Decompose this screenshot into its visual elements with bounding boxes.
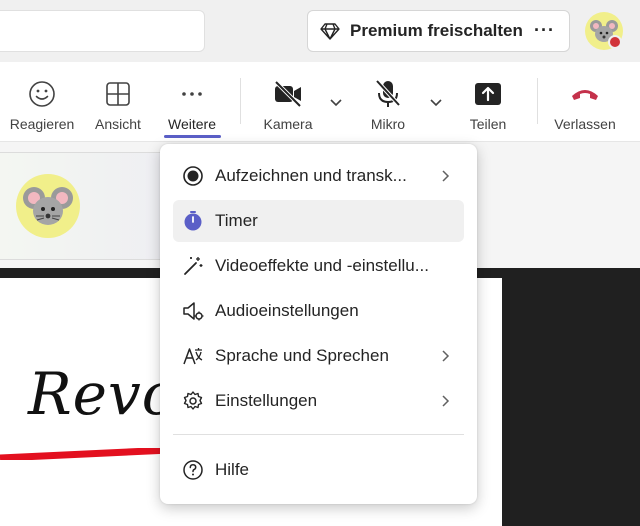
more-options-icon[interactable]: ···: [534, 20, 555, 41]
search-input[interactable]: [0, 10, 205, 52]
menu-item-label: Einstellungen: [215, 391, 318, 410]
menu-item-label: Hilfe: [215, 460, 250, 479]
more-label: Weitere: [168, 116, 216, 132]
menu-item-timer[interactable]: Timer: [173, 200, 464, 242]
menu-item-language[interactable]: Sprache und Sprechen: [173, 335, 464, 377]
more-dots-icon: [176, 78, 208, 110]
camera-button[interactable]: Kamera: [258, 62, 318, 140]
record-icon: [181, 164, 205, 188]
menu-item-label: Sprache und Sprechen: [215, 346, 389, 365]
view-button[interactable]: Ansicht: [90, 62, 146, 140]
menu-item-label: Videoeffekte und -einstellu...: [215, 256, 429, 275]
leave-button[interactable]: Verlassen: [552, 62, 618, 140]
menu-item-video-effects[interactable]: Videoeffekte und -einstellu...: [173, 245, 464, 287]
red-stroke: [0, 448, 170, 460]
share-button[interactable]: Teilen: [462, 62, 514, 140]
chevron-right-icon: [442, 395, 450, 407]
meeting-toolbar: Reagieren Ansicht Weitere Kamera Mikro T…: [0, 62, 640, 142]
more-options-menu: Aufzeichnen und transk... Timer Videoeff…: [160, 144, 477, 504]
camera-chevron-down-icon[interactable]: [329, 96, 343, 110]
chevron-right-icon: [442, 170, 450, 182]
language-icon: [181, 344, 205, 368]
react-button[interactable]: Reagieren: [10, 62, 74, 140]
hang-up-icon: [569, 78, 601, 110]
chevron-right-icon: [442, 350, 450, 362]
title-bar: Premium freischalten ···: [0, 0, 640, 62]
mic-button[interactable]: Mikro: [362, 62, 414, 140]
magic-wand-icon: [181, 254, 205, 278]
toolbar-divider: [240, 78, 241, 124]
speaker-settings-icon: [181, 299, 205, 323]
menu-item-audio-settings[interactable]: Audioeinstellungen: [173, 290, 464, 332]
diamond-icon: [320, 23, 340, 40]
premium-label: Premium freischalten: [350, 21, 523, 40]
help-icon: [181, 458, 205, 482]
share-label: Teilen: [469, 116, 507, 132]
camera-off-icon: [272, 78, 304, 110]
timer-icon: [181, 209, 205, 233]
participant-avatar: [16, 174, 80, 238]
menu-item-label: Timer: [215, 211, 258, 230]
share-screen-icon: [472, 78, 504, 110]
presence-busy-badge: [608, 35, 622, 49]
grid-view-icon: [102, 78, 134, 110]
menu-item-help[interactable]: Hilfe: [173, 449, 464, 491]
view-label: Ansicht: [95, 116, 141, 132]
camera-label: Kamera: [263, 116, 313, 132]
menu-item-label: Audioeinstellungen: [215, 301, 359, 320]
mic-off-icon: [372, 78, 404, 110]
mic-chevron-down-icon[interactable]: [429, 96, 443, 110]
menu-item-record[interactable]: Aufzeichnen und transk...: [173, 155, 464, 197]
premium-unlock-button[interactable]: Premium freischalten ···: [307, 10, 570, 52]
emoji-icon: [26, 78, 58, 110]
gear-icon: [181, 389, 205, 413]
mic-label: Mikro: [370, 116, 406, 132]
mouse-avatar-icon: [23, 187, 73, 225]
menu-item-settings[interactable]: Einstellungen: [173, 380, 464, 422]
active-tab-indicator: [164, 135, 221, 138]
menu-item-label: Aufzeichnen und transk...: [215, 166, 407, 185]
react-label: Reagieren: [9, 116, 75, 132]
more-button[interactable]: Weitere: [162, 62, 222, 140]
toolbar-divider: [537, 78, 538, 124]
menu-divider: [173, 434, 464, 435]
leave-label: Verlassen: [554, 116, 616, 132]
